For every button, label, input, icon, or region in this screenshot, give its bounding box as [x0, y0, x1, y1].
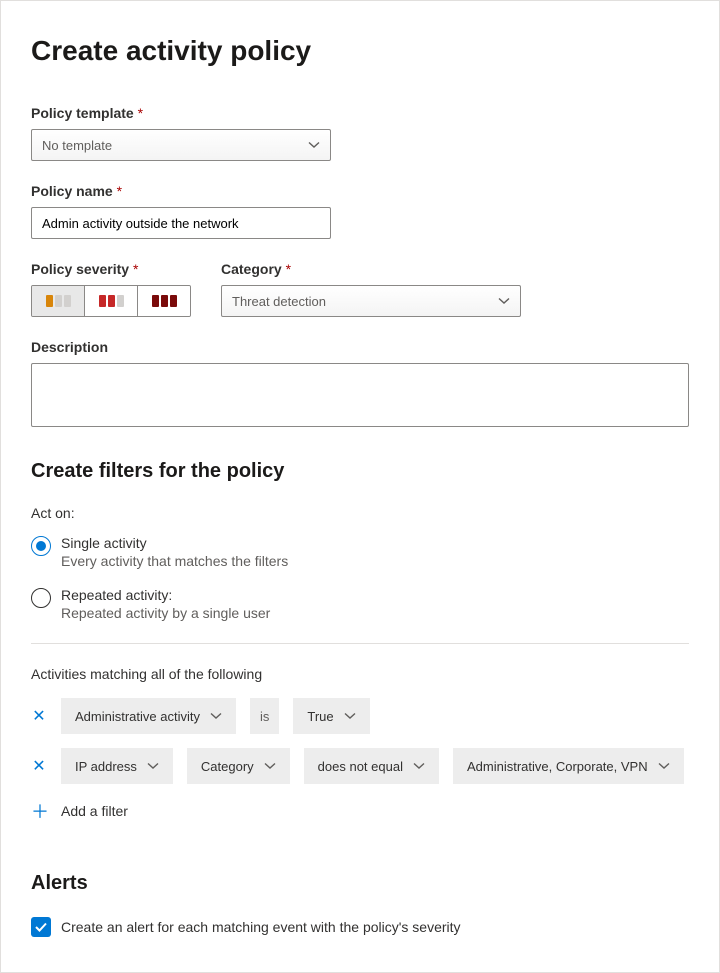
severity-bar-icon [55, 295, 62, 307]
create-filters-heading: Create filters for the policy [31, 460, 689, 483]
radio-button-icon [31, 588, 51, 608]
divider [31, 643, 689, 644]
page-title: Create activity policy [31, 35, 689, 67]
radio-single-desc: Every activity that matches the filters [61, 553, 288, 569]
filter-field-select[interactable]: IP address [61, 748, 173, 784]
category-select[interactable]: Threat detection [221, 285, 521, 317]
radio-button-icon [31, 536, 51, 556]
policy-name-input[interactable] [31, 207, 331, 239]
add-filter-label: Add a filter [61, 803, 128, 819]
severity-toggle-group [31, 285, 191, 317]
severity-bar-icon [46, 295, 53, 307]
description-field: Description [31, 339, 689, 430]
radio-repeated-desc: Repeated activity by a single user [61, 605, 270, 621]
severity-bar-icon [108, 295, 115, 307]
chevron-down-icon [413, 760, 425, 772]
plus-icon: ＋ [31, 798, 47, 824]
filter-value-select[interactable]: Administrative, Corporate, VPN [453, 748, 684, 784]
remove-filter-icon[interactable]: ✕ [31, 756, 47, 776]
severity-low-button[interactable] [32, 286, 85, 316]
severity-bar-icon [99, 295, 106, 307]
radio-single-label: Single activity [61, 535, 288, 551]
category-value: Threat detection [232, 294, 326, 309]
add-filter-button[interactable]: ＋ Add a filter [31, 798, 689, 824]
chevron-down-icon [210, 710, 222, 722]
check-icon [34, 920, 48, 934]
policy-template-value: No template [42, 138, 112, 153]
severity-bar-icon [64, 295, 71, 307]
filter-row: ✕ Administrative activity is True [31, 698, 689, 734]
alert-checkbox-row[interactable]: Create an alert for each matching event … [31, 917, 689, 937]
checkbox-checked-icon [31, 917, 51, 937]
activities-matching-label: Activities matching all of the following [31, 666, 689, 682]
create-activity-policy-page: Create activity policy Policy template *… [0, 0, 720, 973]
filter-value-select[interactable]: True [293, 698, 369, 734]
description-textarea[interactable] [31, 363, 689, 427]
description-label: Description [31, 339, 689, 355]
policy-template-select[interactable]: No template [31, 129, 331, 161]
policy-severity-label: Policy severity * [31, 261, 191, 277]
severity-bar-icon [117, 295, 124, 307]
filter-subfield-select[interactable]: Category [187, 748, 290, 784]
policy-template-label: Policy template * [31, 105, 689, 121]
category-field: Category * Threat detection [221, 261, 689, 317]
alerts-heading: Alerts [31, 872, 689, 895]
policy-name-label: Policy name * [31, 183, 689, 199]
category-label: Category * [221, 261, 689, 277]
radio-single-activity[interactable]: Single activity Every activity that matc… [31, 535, 689, 569]
radio-repeated-activity[interactable]: Repeated activity: Repeated activity by … [31, 587, 689, 621]
severity-bar-icon [152, 295, 159, 307]
radio-dot-icon [36, 541, 46, 551]
policy-template-field: Policy template * No template [31, 105, 689, 161]
filter-field-select[interactable]: Administrative activity [61, 698, 236, 734]
severity-high-button[interactable] [138, 286, 190, 316]
remove-filter-icon[interactable]: ✕ [31, 706, 47, 726]
filter-row: ✕ IP address Category does not equal Adm… [31, 748, 689, 784]
severity-category-row: Policy severity * [31, 261, 689, 317]
severity-bar-icon [170, 295, 177, 307]
alert-checkbox-label: Create an alert for each matching event … [61, 919, 461, 935]
severity-bar-icon [161, 295, 168, 307]
filter-operator-select[interactable]: does not equal [304, 748, 439, 784]
radio-repeated-label: Repeated activity: [61, 587, 270, 603]
chevron-down-icon [308, 139, 320, 151]
chevron-down-icon [498, 295, 510, 307]
chevron-down-icon [264, 760, 276, 772]
chevron-down-icon [658, 760, 670, 772]
act-on-label: Act on: [31, 505, 689, 521]
severity-medium-button[interactable] [85, 286, 138, 316]
filter-operator-text: is [250, 698, 279, 734]
chevron-down-icon [344, 710, 356, 722]
chevron-down-icon [147, 760, 159, 772]
policy-severity-field: Policy severity * [31, 261, 191, 317]
policy-name-field: Policy name * [31, 183, 689, 239]
